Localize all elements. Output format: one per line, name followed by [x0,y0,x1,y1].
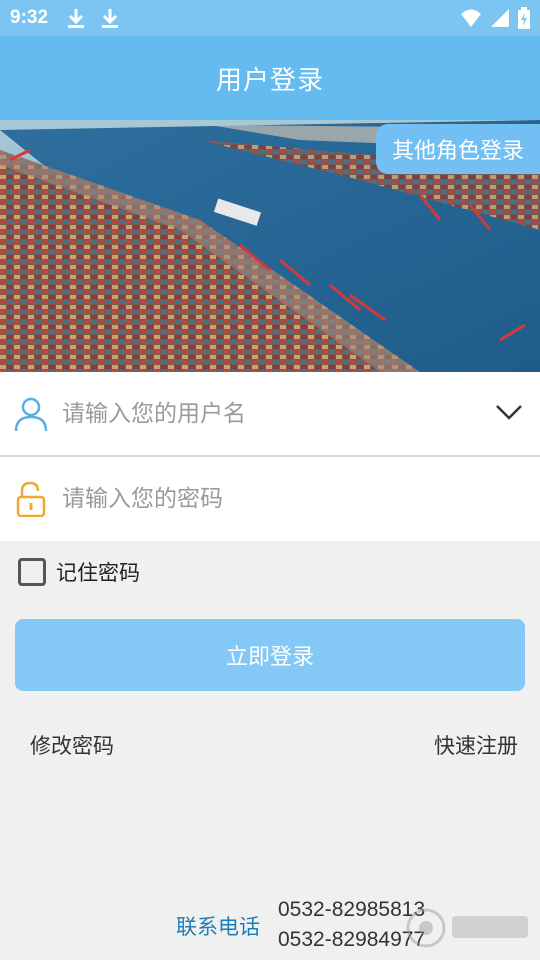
login-button[interactable]: 立即登录 [15,619,525,691]
change-password-link[interactable]: 修改密码 [30,730,114,760]
battery-icon [518,7,530,29]
remember-label: 记住密码 [56,561,140,585]
wifi-icon [461,9,481,27]
quick-register-link[interactable]: 快速注册 [434,730,518,760]
lock-icon [16,481,46,517]
watermark-logo [406,908,528,948]
download-icon [66,7,86,29]
remember-password[interactable]: 记住密码 [18,557,140,587]
username-field [0,372,540,456]
user-icon [14,397,48,432]
status-bar: 9:32 [0,0,540,36]
password-input[interactable] [62,486,462,512]
chevron-down-icon[interactable] [494,400,524,424]
page-title: 用户登录 [215,65,324,96]
download-icon [100,7,120,29]
username-input[interactable] [62,401,462,427]
status-time: 9:32 [10,7,49,28]
remember-checkbox[interactable] [18,558,46,586]
contact-label[interactable]: 联系电话 [176,911,260,941]
password-field [0,457,540,541]
app-bar: 用户登录 [0,36,540,120]
signal-icon [491,9,509,27]
other-role-login-button[interactable]: 其他角色登录 [375,124,540,174]
